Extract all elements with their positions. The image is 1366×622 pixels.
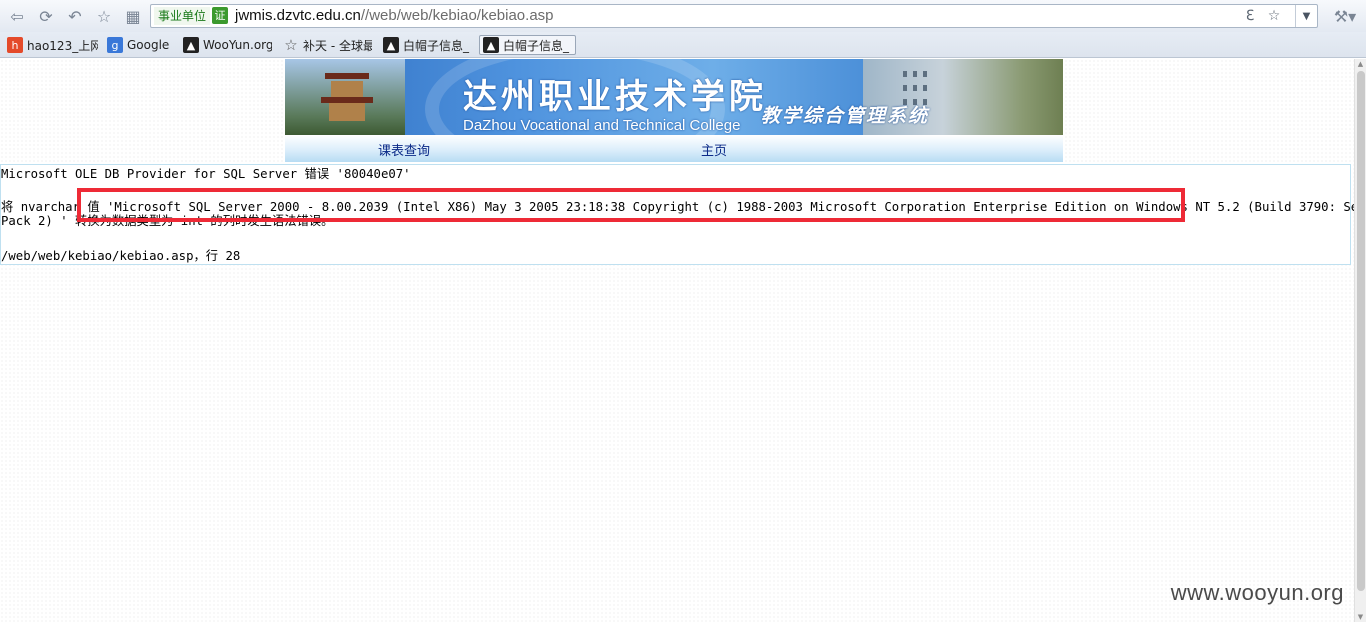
schedule-query-link[interactable]: 课表查询 bbox=[378, 140, 430, 159]
site-banner: 达州职业技术学院 DaZhou Vocational and Technical… bbox=[285, 59, 1063, 135]
undo-icon[interactable]: ↶ bbox=[64, 5, 86, 27]
error-location: /web/web/kebiao/kebiao.asp，行 28 bbox=[1, 249, 241, 263]
wooyun-icon: ▲ bbox=[483, 37, 499, 53]
bookmark-label: 白帽子信息_ bbox=[503, 38, 570, 53]
refresh-icon[interactable]: ⟳ bbox=[35, 5, 57, 27]
address-bar[interactable]: 事业单位 证 jwmis.dzvtc.edu.cn//web/web/kebia… bbox=[150, 4, 1318, 28]
star-icon: ☆ bbox=[284, 36, 298, 54]
bookmark-item[interactable]: ▲ WooYun.org bbox=[180, 35, 272, 55]
grid-apps-icon[interactable]: ▦ bbox=[122, 5, 144, 27]
bookmark-label: Google bbox=[127, 38, 170, 52]
wooyun-icon: ▲ bbox=[383, 37, 399, 53]
browser-toolbar: ⇦ ⟳ ↶ ☆ ▦ 事业单位 证 jwmis.dzvtc.edu.cn//web… bbox=[0, 0, 1366, 32]
scroll-up-icon[interactable]: ▲ bbox=[1355, 59, 1366, 69]
bookmark-label: 补天 - 全球最 bbox=[303, 38, 372, 53]
bookmark-label: hao123_上网 bbox=[27, 38, 98, 53]
college-name-en: DaZhou Vocational and Technical College bbox=[463, 117, 741, 134]
watermark: www.wooyun.org bbox=[1170, 580, 1344, 605]
bookmark-label: WooYun.org bbox=[203, 38, 272, 52]
google-icon: g bbox=[107, 37, 123, 53]
system-subtitle: 教学综合管理系统 bbox=[761, 105, 930, 127]
bookmark-item[interactable]: h hao123_上网 bbox=[4, 35, 98, 55]
bookmark-star-icon[interactable]: ☆ bbox=[1265, 7, 1283, 25]
bookmark-item[interactable]: ▲ 白帽子信息_ bbox=[380, 35, 472, 55]
error-message-box: Microsoft OLE DB Provider for SQL Server… bbox=[0, 164, 1366, 265]
nav-bar: 课表查询 主页 bbox=[285, 135, 1063, 162]
wooyun-icon: ▲ bbox=[183, 37, 199, 53]
url-path: //web/web/kebiao/kebiao.asp bbox=[360, 7, 554, 24]
college-name-cn: 达州职业技术学院 bbox=[463, 77, 767, 117]
url-host: jwmis.dzvtc.edu.cn bbox=[235, 7, 361, 24]
bookmark-item[interactable]: ☆ 补天 - 全球最 bbox=[280, 35, 372, 55]
error-detail-line: Pack 2) ' 转换为数据类型为 int 的列时发生语法错误。 bbox=[1, 214, 334, 228]
hao123-icon: h bbox=[7, 37, 23, 53]
error-header: Microsoft OLE DB Provider for SQL Server… bbox=[1, 167, 411, 181]
error-detail-line: 将 nvarchar 值 'Microsoft SQL Server 2000 … bbox=[1, 200, 1366, 214]
favorite-star-icon[interactable]: ☆ bbox=[93, 5, 115, 27]
bookmark-label: 白帽子信息_ bbox=[403, 38, 470, 53]
certificate-badge[interactable]: 事业单位 bbox=[154, 7, 211, 25]
chevron-down-icon[interactable]: ▼ bbox=[1295, 5, 1317, 27]
pagoda-image bbox=[285, 59, 405, 135]
certificate-icon[interactable]: 证 bbox=[212, 7, 228, 24]
url-text[interactable]: jwmis.dzvtc.edu.cn//web/web/kebiao/kebia… bbox=[235, 5, 554, 27]
scrollbar-thumb[interactable] bbox=[1357, 71, 1365, 591]
home-link[interactable]: 主页 bbox=[701, 140, 727, 159]
back-icon[interactable]: ⇦ bbox=[6, 5, 28, 27]
vertical-scrollbar[interactable]: ▲ ▼ bbox=[1354, 59, 1366, 622]
bookmarks-bar: h hao123_上网 g Google ▲ WooYun.org ☆ 补天 -… bbox=[0, 32, 1366, 58]
bookmark-item-active[interactable]: ▲ 白帽子信息_ bbox=[479, 35, 576, 55]
wrench-icon[interactable]: ⚒▾ bbox=[1330, 5, 1360, 27]
page-content: 达州职业技术学院 DaZhou Vocational and Technical… bbox=[0, 59, 1366, 622]
compat-mode-icon[interactable]: ℇ bbox=[1241, 7, 1259, 25]
bookmark-item[interactable]: g Google bbox=[104, 35, 178, 55]
scroll-down-icon[interactable]: ▼ bbox=[1355, 612, 1366, 622]
